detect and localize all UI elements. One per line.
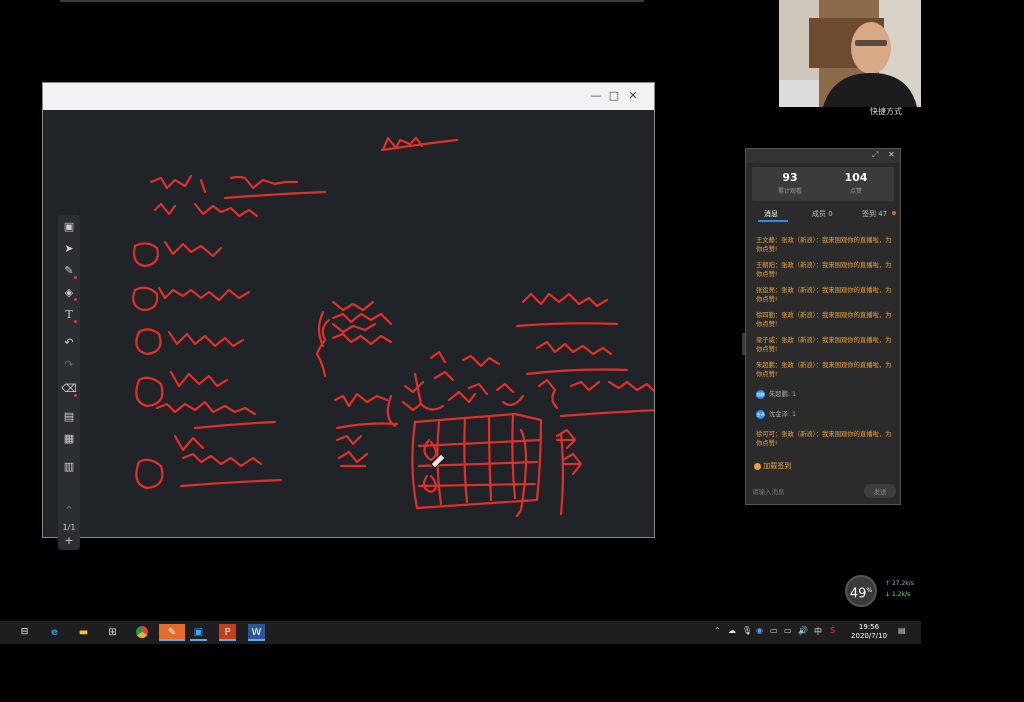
- image-icon[interactable]: ▣: [61, 219, 77, 235]
- whiteboard-toolbar: ▣ ➤ ✎ ◈ T ↶ ↷ ⌫ ▤ ▦ ▥ ⌃ 1/1 +: [58, 215, 80, 550]
- clock[interactable]: 19:56 2020/7/10: [848, 623, 890, 641]
- join-row: 超鹏 朱超鹏: 1: [756, 389, 797, 399]
- upload-rate: ↑ 27.2k/s: [885, 580, 914, 587]
- sogou-icon[interactable]: S: [830, 626, 835, 635]
- chrome-icon[interactable]: [133, 624, 150, 641]
- minimize-button[interactable]: —: [589, 89, 603, 102]
- send-button[interactable]: 发送: [864, 484, 896, 498]
- active-tab-indicator: [758, 220, 788, 222]
- tab-checkin[interactable]: 签到 47: [862, 209, 887, 219]
- download-rate: ↓ 1.2k/s: [885, 591, 911, 598]
- chat-message-input[interactable]: [750, 483, 862, 501]
- whiteboard-app-icon[interactable]: ✎: [159, 624, 185, 641]
- undo-icon[interactable]: ↶: [61, 335, 77, 351]
- join-row: 金泽 沈金泽: 1: [756, 409, 797, 419]
- chat-message: 朱超鹏：张政（新浪）：我来围观你的直播啦，为你点赞!: [756, 362, 892, 378]
- chat-message: 梁子威：张政（新浪）：我来围观你的直播啦，为你点赞!: [756, 337, 892, 353]
- chat-message: 王朝阳：张政（新浪）：我来围观你的直播啦，为你点赞!: [756, 262, 892, 278]
- stats-box: 93 累计观看 104 点赞: [752, 167, 894, 201]
- save-icon[interactable]: ▥: [61, 459, 77, 475]
- app-tray-icon[interactable]: ◉: [756, 626, 763, 635]
- add-page-icon[interactable]: +: [61, 533, 77, 549]
- chat-message: 王文静：张政（新浪）：我来围观你的直播啦，为你点赞!: [756, 237, 892, 253]
- webcam-video: [779, 0, 921, 107]
- expand-icon[interactable]: ⤢: [872, 150, 878, 160]
- top-bar: [60, 0, 644, 2]
- video-label: 快捷方式: [870, 107, 902, 116]
- cloud-icon[interactable]: ☁: [728, 626, 736, 635]
- chat-input-row: 发送: [750, 483, 896, 501]
- tab-members[interactable]: 成员 0: [812, 209, 833, 219]
- chevron-up-icon[interactable]: ⌃: [714, 626, 721, 635]
- chat-message: 徐四勤：张政（新浪）：我来围观你的直播啦，为你点赞!: [756, 312, 892, 328]
- presenter-image: [779, 0, 921, 107]
- powerpoint-icon[interactable]: P: [219, 624, 236, 641]
- coin-icon: [754, 462, 761, 470]
- page-indicator: 1/1: [62, 523, 76, 532]
- battery-icon[interactable]: ▭: [770, 626, 778, 635]
- ime-indicator[interactable]: 中: [814, 626, 822, 637]
- media-icon[interactable]: ▣: [190, 624, 207, 641]
- likes-stat: 104 点赞: [844, 171, 868, 195]
- avatar: 超鹏: [756, 389, 765, 399]
- views-stat: 93 累计观看: [777, 171, 802, 195]
- edge-icon[interactable]: e: [46, 624, 63, 641]
- notification-dot: [892, 211, 896, 215]
- drawing-canvas[interactable]: ▣ ➤ ✎ ◈ T ↶ ↷ ⌫ ▤ ▦ ▥ ⌃ 1/1 +: [43, 110, 654, 550]
- display-icon[interactable]: ▭: [784, 626, 792, 635]
- whiteboard-window: — □ ✕ ▣ ➤ ✎ ◈ T ↶ ↷ ⌫ ▤ ▦ ▥ ⌃ 1/1 +: [42, 82, 655, 550]
- tab-messages[interactable]: 消息: [764, 209, 778, 219]
- text-icon[interactable]: T: [61, 307, 77, 323]
- explorer-icon[interactable]: ▬: [75, 624, 92, 641]
- notification-icon[interactable]: ▤: [898, 626, 906, 635]
- edit-icon[interactable]: ▦: [61, 431, 77, 447]
- pen-icon[interactable]: ✎: [61, 263, 77, 279]
- windows-taskbar: ⊟ e ▬ ⊞ ✎ ▣ P W ⌃ ☁ 🎙 ◉ ▭ ▭ 🔊 中 S 19:56 …: [0, 621, 921, 644]
- checkin-button[interactable]: 加载签到: [754, 461, 791, 471]
- close-button[interactable]: ✕: [626, 89, 640, 102]
- toolbox-icon[interactable]: ▤: [61, 409, 77, 425]
- word-icon[interactable]: W: [248, 624, 265, 641]
- live-chat-panel: ⤢ ✕ 93 累计观看 104 点赞 消息 成员 0 签到 47 王文静：张政（…: [745, 148, 901, 505]
- handwriting-strokes: [132, 136, 654, 518]
- network-percent: 49%: [845, 575, 877, 607]
- task-view-icon[interactable]: ⊟: [16, 624, 33, 641]
- store-icon[interactable]: ⊞: [104, 624, 121, 641]
- chat-message: 徐可可：张政（新浪）：我来围观你的直播啦，为你点赞!: [756, 431, 892, 447]
- pointer-icon[interactable]: ➤: [61, 241, 77, 257]
- volume-icon[interactable]: 🔊: [798, 626, 808, 635]
- page-up-icon[interactable]: ⌃: [61, 503, 77, 519]
- window-titlebar: — □ ✕: [43, 83, 654, 110]
- network-speed-widget[interactable]: 49% ↑ 27.2k/s ↓ 1.2k/s: [845, 575, 915, 607]
- microphone-icon[interactable]: 🎙: [742, 626, 752, 635]
- redo-icon[interactable]: ↷: [61, 357, 77, 373]
- avatar: 金泽: [756, 409, 765, 419]
- chat-message: 张运亮：张政（新浪）：我来围观你的直播啦，为你点赞!: [756, 287, 892, 303]
- shapes-icon[interactable]: ◈: [61, 285, 77, 301]
- close-icon[interactable]: ✕: [888, 150, 895, 159]
- maximize-button[interactable]: □: [607, 89, 621, 102]
- chat-panel-header: ⤢ ✕: [746, 149, 900, 163]
- eraser-icon[interactable]: ⌫: [61, 381, 77, 397]
- chat-tabs: 消息 成员 0 签到 47: [746, 207, 900, 221]
